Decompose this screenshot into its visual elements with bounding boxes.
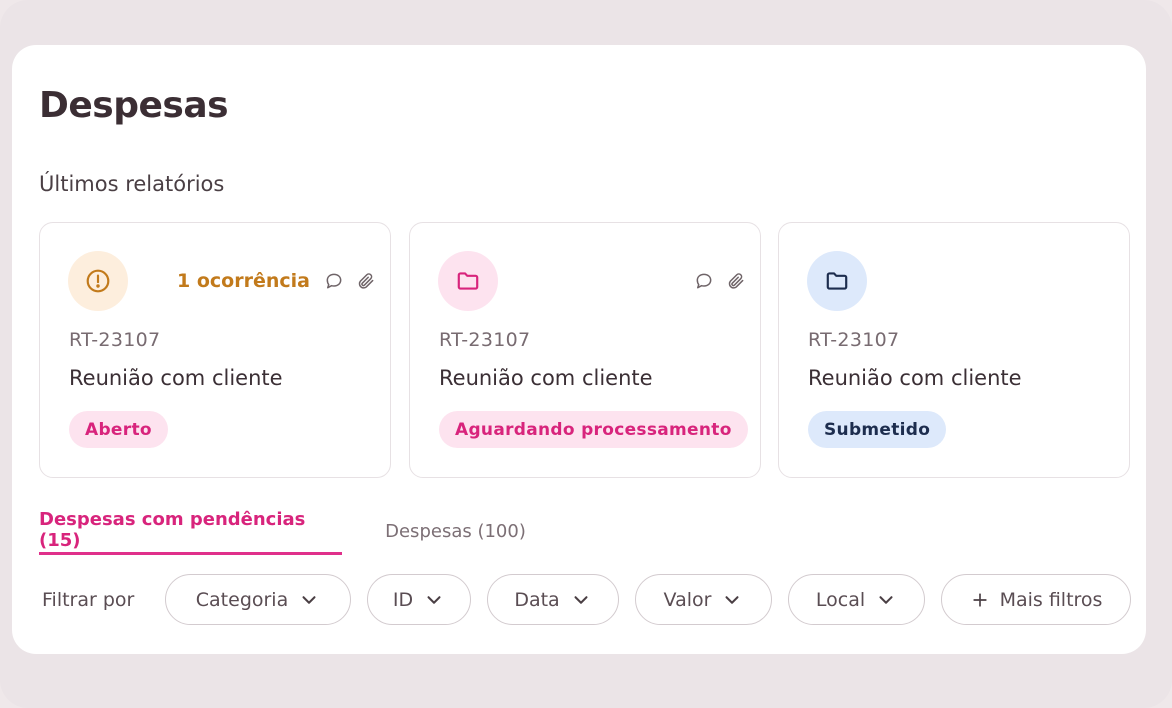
tab-pending-expenses[interactable]: Despesas com pendências (15) xyxy=(39,507,342,555)
tab-all-expenses[interactable]: Despesas (100) xyxy=(379,507,532,555)
filter-label: Filtrar por xyxy=(42,588,135,611)
comment-icon[interactable] xyxy=(694,271,714,291)
report-card-1[interactable]: 1 ocorrência RT-23107 Reunião com client… xyxy=(39,222,391,478)
alert-circle-icon xyxy=(68,251,128,311)
report-id: RT-23107 xyxy=(808,329,900,351)
more-filters-label: Mais filtros xyxy=(999,588,1103,611)
filter-chip-label: Data xyxy=(514,588,560,611)
app-background: Despesas Últimos relatórios 1 ocorrência xyxy=(0,0,1172,708)
more-filters-button[interactable]: Mais filtros xyxy=(941,574,1131,625)
filter-bar: Filtrar por Categoria ID Data Valor Loca… xyxy=(42,574,1137,625)
filter-date-button[interactable]: Data xyxy=(487,574,619,625)
filter-category-button[interactable]: Categoria xyxy=(165,574,351,625)
report-name: Reunião com cliente xyxy=(808,366,1022,390)
card-meta: 1 ocorrência xyxy=(177,267,376,295)
status-badge: Aberto xyxy=(69,411,168,448)
tab-bar: Despesas com pendências (15) Despesas (1… xyxy=(39,507,539,555)
filter-chip-label: ID xyxy=(392,588,414,611)
report-card-2[interactable]: RT-23107 Reunião com cliente Aguardando … xyxy=(409,222,761,478)
paperclip-icon[interactable] xyxy=(356,271,376,291)
report-name: Reunião com cliente xyxy=(69,366,283,390)
filter-value-button[interactable]: Valor xyxy=(635,574,772,625)
paperclip-icon[interactable] xyxy=(726,271,746,291)
chevron-down-icon xyxy=(574,595,588,604)
chevron-down-icon xyxy=(427,595,441,604)
expenses-panel: Despesas Últimos relatórios 1 ocorrência xyxy=(12,45,1146,654)
chevron-down-icon xyxy=(302,595,316,604)
plus-icon xyxy=(972,592,987,607)
card-meta xyxy=(694,267,746,295)
chevron-down-icon xyxy=(725,595,739,604)
report-id: RT-23107 xyxy=(439,329,531,351)
section-title: Últimos relatórios xyxy=(39,172,225,196)
comment-icon[interactable] xyxy=(324,271,344,291)
filter-location-button[interactable]: Local xyxy=(788,574,925,625)
folder-icon xyxy=(438,251,498,311)
filter-chip-label: Local xyxy=(815,588,866,611)
status-badge: Submetido xyxy=(808,411,947,448)
filter-chip-label: Categoria xyxy=(195,588,289,611)
report-id: RT-23107 xyxy=(69,329,161,351)
chevron-down-icon xyxy=(879,595,893,604)
report-card-3[interactable]: RT-23107 Reunião com cliente Submetido xyxy=(778,222,1130,478)
report-name: Reunião com cliente xyxy=(439,366,653,390)
filter-id-button[interactable]: ID xyxy=(367,574,471,625)
folder-icon xyxy=(807,251,867,311)
page-title: Despesas xyxy=(39,85,229,126)
filter-chip-label: Valor xyxy=(663,588,712,611)
occurrence-count: 1 ocorrência xyxy=(177,270,310,292)
status-badge: Aguardando processamento xyxy=(439,411,748,448)
